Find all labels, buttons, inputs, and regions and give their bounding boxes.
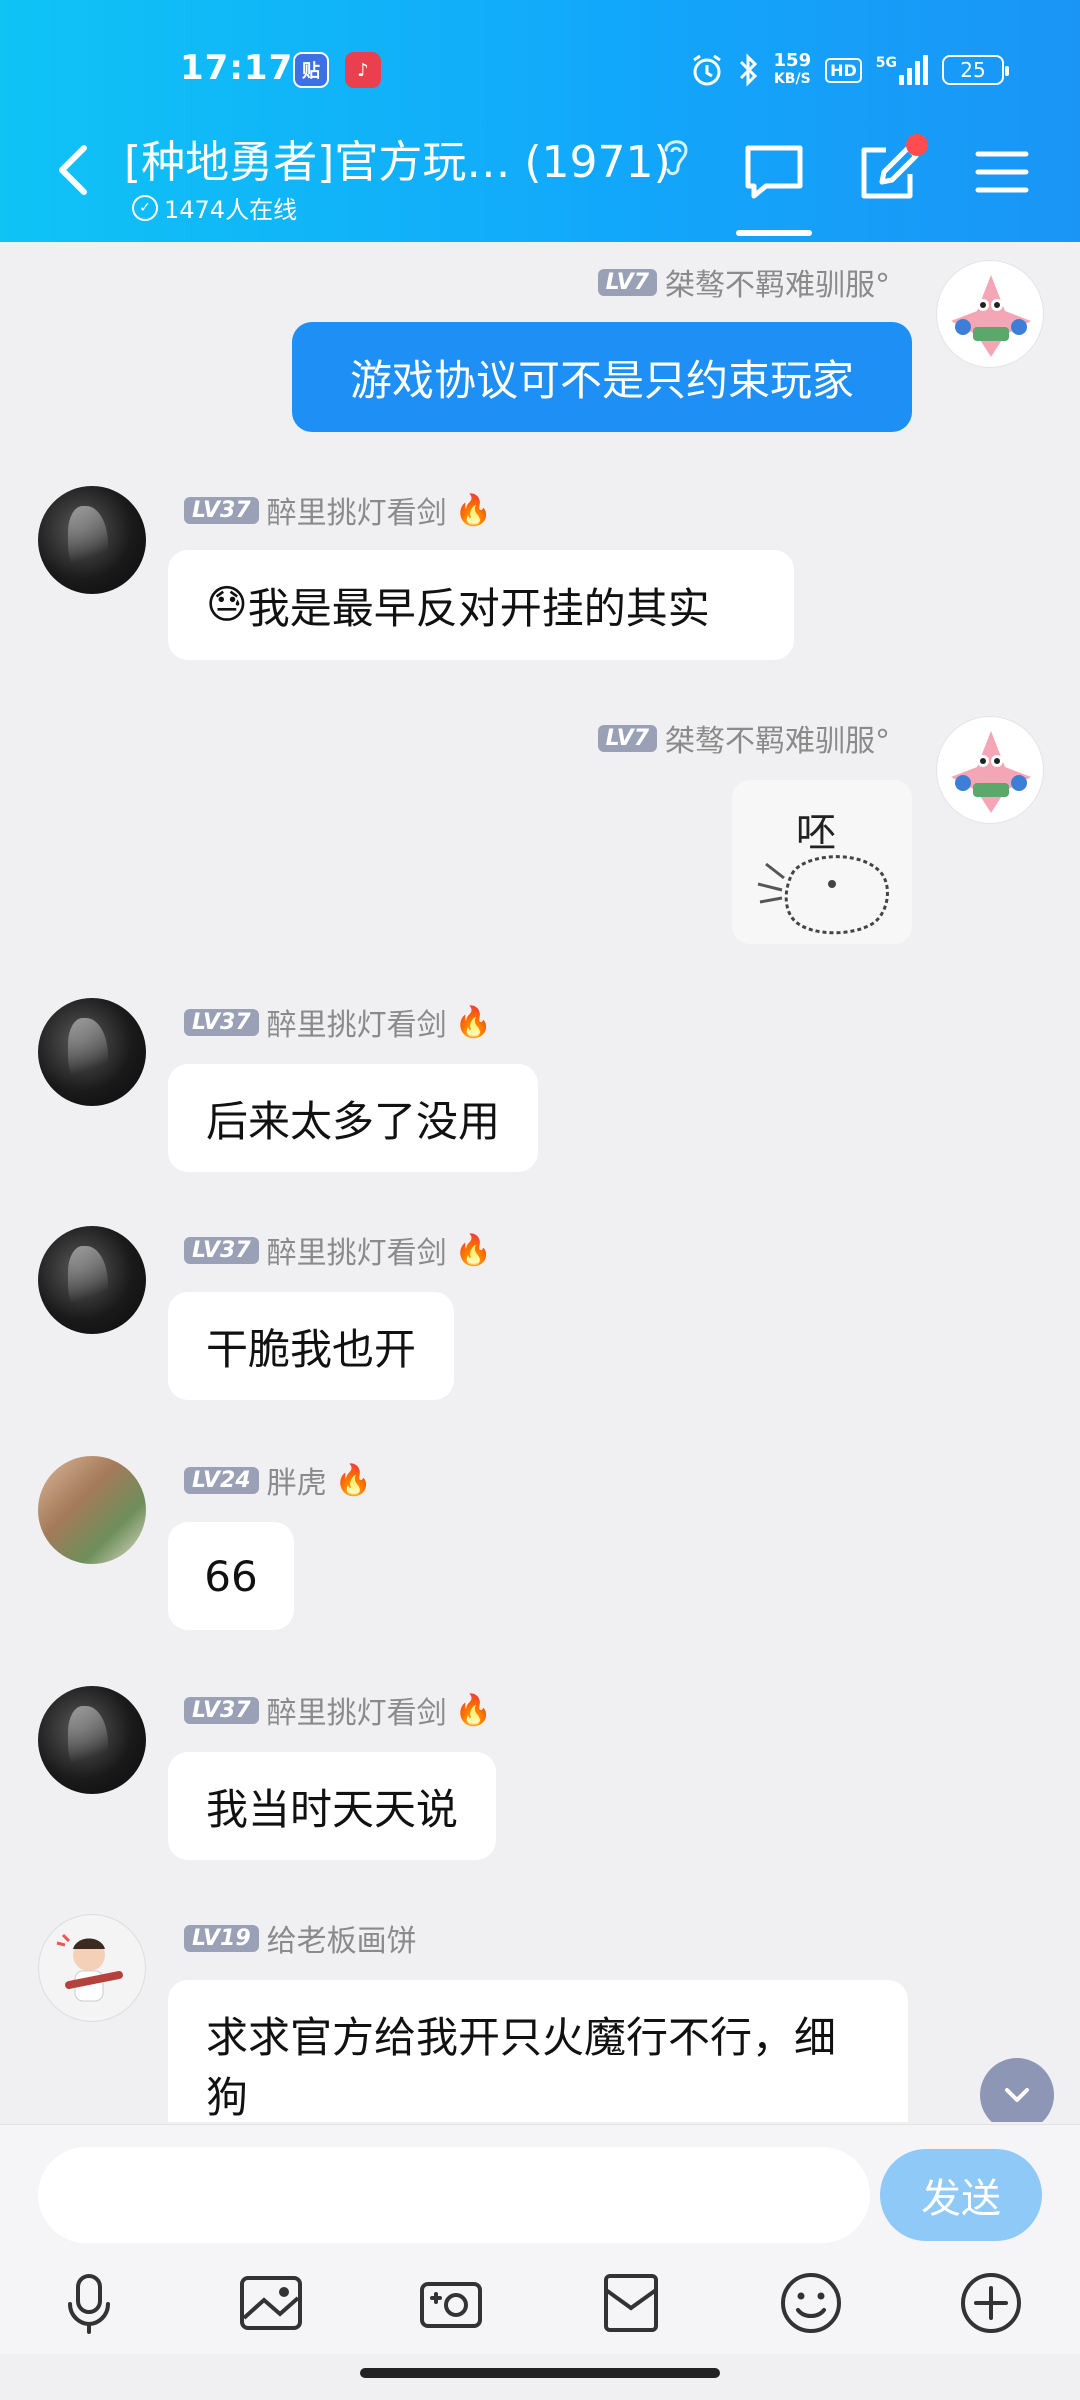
notification-dot	[906, 134, 928, 156]
fire-icon: 🔥	[454, 1692, 492, 1728]
message-bubble[interactable]: 干脆我也开	[168, 1292, 455, 1400]
voice-icon[interactable]	[54, 2268, 124, 2338]
scroll-to-bottom-button[interactable]	[980, 2058, 1054, 2122]
sender-info: LV37 醉里挑灯看剑 🔥	[184, 488, 492, 532]
sender-info: LV19 给老板画饼	[184, 1916, 417, 1960]
bluetooth-icon	[739, 53, 757, 87]
avatar[interactable]	[936, 260, 1044, 368]
add-icon[interactable]	[956, 2268, 1026, 2338]
camera-icon[interactable]	[416, 2268, 486, 2338]
sweat-emoji-icon: 😓	[206, 582, 248, 628]
input-toolbar	[0, 2262, 1080, 2354]
send-button[interactable]: 发送	[880, 2149, 1042, 2241]
active-tab-indicator	[736, 230, 812, 236]
avatar[interactable]	[38, 998, 146, 1106]
avatar[interactable]	[38, 1226, 146, 1334]
fire-icon: 🔥	[334, 1462, 372, 1498]
message-input[interactable]	[38, 2147, 870, 2243]
fire-icon: 🔥	[454, 1004, 492, 1040]
sender-info: LV7 桀骜不羁难驯服°	[597, 716, 890, 760]
sender-info: LV37 醉里挑灯看剑 🔥	[184, 1000, 492, 1044]
net-speed: 159 KB/S	[773, 50, 812, 88]
fire-icon: 🔥	[454, 1232, 492, 1268]
hd-badge: HD	[825, 57, 862, 83]
menu-icon[interactable]	[970, 140, 1034, 204]
chat-icon[interactable]	[742, 140, 806, 204]
signal-bars-icon	[899, 55, 928, 85]
chat-header: 17:17 贴 ♪ 159 KB/S HD 5G 25 [种地勇者]官方玩… (…	[0, 0, 1080, 242]
status-time: 17:17	[180, 48, 294, 88]
image-icon[interactable]	[236, 2268, 306, 2338]
sender-info: LV37 醉里挑灯看剑 🔥	[184, 1228, 492, 1272]
avatar[interactable]	[936, 716, 1044, 824]
home-indicator[interactable]	[360, 2368, 720, 2378]
message-list[interactable]: LV7 桀骜不羁难驯服° 游戏协议可不是只约束玩家 LV37 醉里挑灯看剑 🔥 …	[0, 242, 1080, 2122]
signal-indicator: 5G	[876, 55, 928, 85]
online-count: ✓ 1474人在线	[132, 190, 297, 225]
gift-box-icon[interactable]	[596, 2268, 666, 2338]
status-indicators: 159 KB/S HD 5G 25	[690, 48, 1009, 92]
sender-info: LV24 胖虎 🔥	[184, 1458, 372, 1502]
online-icon: ✓	[132, 194, 158, 221]
music-app-icon: ♪	[345, 52, 381, 88]
sender-info: LV7 桀骜不羁难驯服°	[597, 260, 890, 304]
status-bar: 17:17 贴 ♪ 159 KB/S HD 5G 25	[0, 44, 1080, 96]
message-bubble[interactable]: 😓 我是最早反对开挂的其实	[168, 550, 794, 660]
chevron-down-icon	[1005, 2088, 1029, 2102]
avatar[interactable]	[38, 1914, 146, 2022]
message-bubble[interactable]: 求求官方给我开只火魔行不行，细狗	[168, 1980, 908, 2122]
tieba-app-icon: 贴	[293, 52, 329, 88]
message-bubble[interactable]: 66	[168, 1522, 294, 1630]
emoji-icon[interactable]	[776, 2268, 846, 2338]
alarm-icon	[692, 54, 721, 86]
avatar[interactable]	[38, 486, 146, 594]
sender-info: LV37 醉里挑灯看剑 🔥	[184, 1688, 492, 1732]
message-bubble[interactable]: 后来太多了没用	[168, 1064, 539, 1172]
message-bubble[interactable]: 我当时天天说	[168, 1752, 497, 1860]
ear-icon[interactable]	[656, 130, 696, 180]
fire-icon: 🔥	[454, 492, 492, 528]
battery-indicator: 25	[942, 55, 1009, 85]
input-bar: 发送	[0, 2124, 1080, 2274]
avatar[interactable]	[38, 1456, 146, 1564]
message-bubble[interactable]: 游戏协议可不是只约束玩家	[292, 322, 912, 432]
back-icon[interactable]	[50, 140, 100, 200]
group-title[interactable]: [种地勇者]官方玩… (1971)	[124, 126, 671, 190]
sticker-image[interactable]: 呸	[732, 780, 912, 944]
avatar[interactable]	[38, 1686, 146, 1794]
